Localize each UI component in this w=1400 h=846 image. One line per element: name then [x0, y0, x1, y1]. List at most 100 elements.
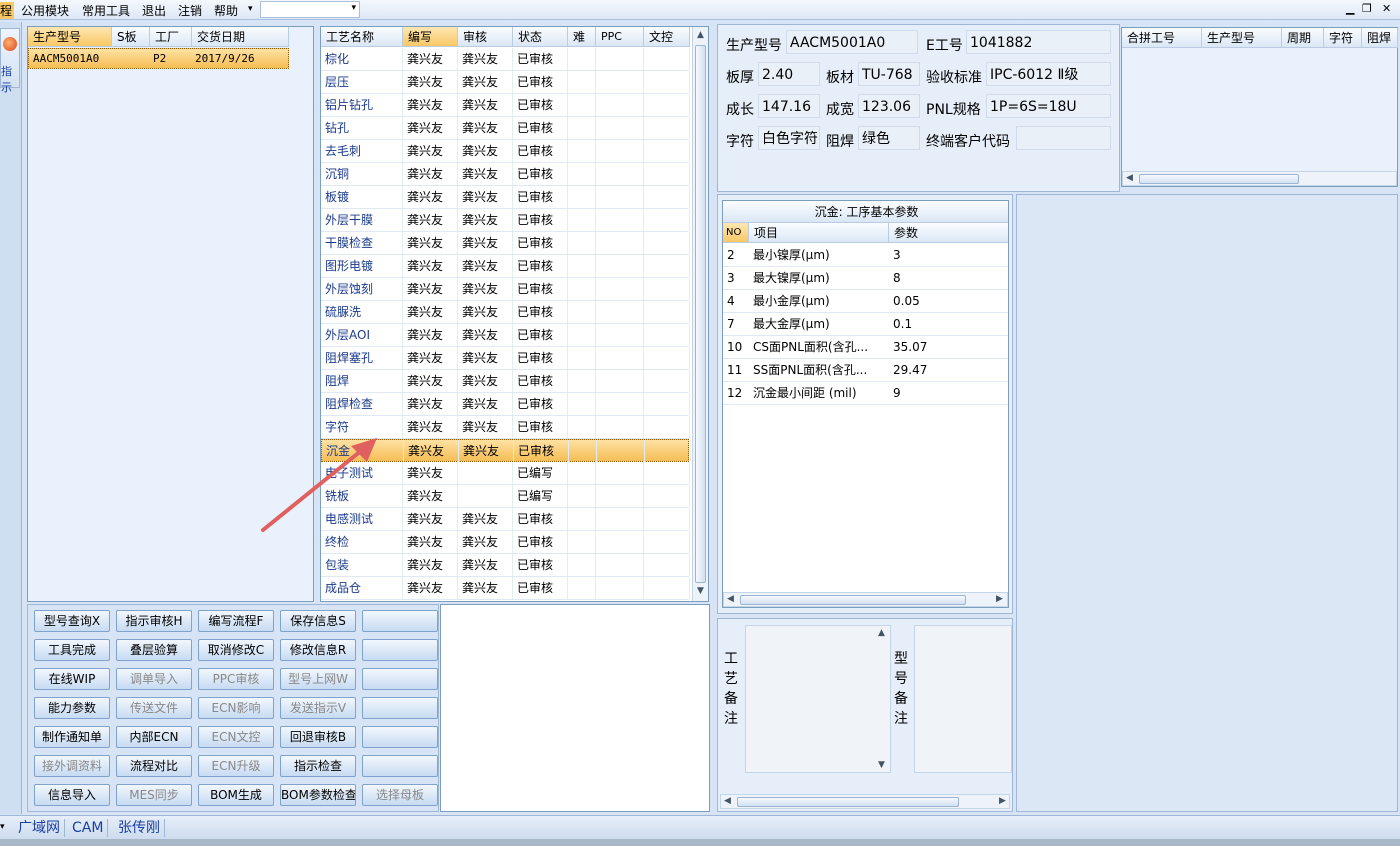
- col-model[interactable]: 生产型号: [28, 27, 112, 47]
- field-model[interactable]: AACM5001A0: [786, 30, 918, 54]
- guide-button[interactable]: 指示: [0, 28, 20, 94]
- col-factory[interactable]: 工厂: [150, 27, 192, 47]
- process-row[interactable]: 外层干膜 龚兴友 龚兴友 已审核: [321, 209, 690, 232]
- param-row[interactable]: 4 最小金厚(μm) 0.05: [723, 290, 1008, 313]
- scroll-right-icon[interactable]: ▶: [996, 594, 1003, 604]
- field-width[interactable]: 123.06: [858, 94, 920, 118]
- scroll-thumb[interactable]: [1139, 174, 1299, 184]
- col-s-board[interactable]: S板: [112, 27, 150, 47]
- action-button[interactable]: 发送指示V: [280, 697, 356, 719]
- scroll-left-icon[interactable]: ◀: [724, 796, 731, 806]
- scroll-up-icon[interactable]: ▲: [697, 30, 704, 40]
- action-button[interactable]: 型号查询X: [34, 610, 110, 632]
- action-button[interactable]: 选择母板: [362, 784, 438, 806]
- process-row[interactable]: 外层AOI 龚兴友 龚兴友 已审核: [321, 324, 690, 347]
- scroll-down-icon[interactable]: ▼: [878, 760, 885, 770]
- col-merge-model[interactable]: 生产型号: [1202, 28, 1282, 48]
- process-row[interactable]: 包装 龚兴友 龚兴友 已审核: [321, 554, 690, 577]
- action-button[interactable]: 保存信息S: [280, 610, 356, 632]
- process-row[interactable]: 阻焊检查 龚兴友 龚兴友 已审核: [321, 393, 690, 416]
- action-button[interactable]: 接外调资料: [34, 755, 110, 777]
- action-button[interactable]: 指示审核H: [116, 610, 192, 632]
- field-standard[interactable]: IPC-6012 Ⅱ级: [986, 62, 1111, 86]
- action-button[interactable]: BOM参数检查: [280, 784, 356, 806]
- action-button[interactable]: 传送文件: [116, 697, 192, 719]
- action-button[interactable]: 编写流程F: [198, 610, 274, 632]
- restore-icon[interactable]: ❐: [1362, 2, 1372, 15]
- menu-common-tools[interactable]: 常用工具: [82, 2, 130, 19]
- blank-button[interactable]: [362, 610, 438, 632]
- action-button[interactable]: PPC审核: [198, 668, 274, 690]
- param-row[interactable]: 2 最小镍厚(μm) 3: [723, 244, 1008, 267]
- order-row[interactable]: AACM5001A0 P2 2017/9/26: [28, 48, 289, 69]
- blank-button[interactable]: [362, 697, 438, 719]
- process-row[interactable]: 成品仓 龚兴友 龚兴友 已审核: [321, 577, 690, 600]
- field-pnl[interactable]: 1P=6S=18U: [986, 94, 1111, 118]
- menu-exit[interactable]: 退出: [142, 2, 166, 19]
- menu-overflow-icon[interactable]: ▾: [248, 4, 253, 14]
- process-row[interactable]: 沉铜 龚兴友 龚兴友 已审核: [321, 163, 690, 186]
- param-row[interactable]: 7 最大金厚(μm) 0.1: [723, 313, 1008, 336]
- process-row[interactable]: 图形电镀 龚兴友 龚兴友 已审核: [321, 255, 690, 278]
- action-button[interactable]: 叠层验算: [116, 639, 192, 661]
- merge-hscroll[interactable]: ◀: [1122, 171, 1397, 186]
- param-row[interactable]: 10 CS面PNL面积(含孔... 35.07: [723, 336, 1008, 359]
- col-value[interactable]: 参数: [889, 223, 1008, 243]
- field-mask[interactable]: 绿色: [858, 126, 920, 150]
- menu-combo[interactable]: ▾: [260, 1, 360, 18]
- col-delivery-date[interactable]: 交货日期: [192, 27, 289, 47]
- scroll-thumb[interactable]: [695, 45, 706, 583]
- col-difficulty[interactable]: 难: [568, 27, 596, 47]
- action-button[interactable]: 调单导入: [116, 668, 192, 690]
- action-button[interactable]: 能力参数: [34, 697, 110, 719]
- close-icon[interactable]: ✕: [1382, 2, 1391, 15]
- minimize-icon[interactable]: ▁: [1346, 2, 1354, 15]
- blank-button[interactable]: [362, 726, 438, 748]
- action-button[interactable]: BOM生成: [198, 784, 274, 806]
- col-merge-period[interactable]: 周期: [1282, 28, 1324, 48]
- action-button[interactable]: ECN升级: [198, 755, 274, 777]
- col-status[interactable]: 状态: [513, 27, 568, 47]
- col-merge-eno[interactable]: 合拼工号: [1122, 28, 1202, 48]
- param-row[interactable]: 12 沉金最小间距 (mil) 9: [723, 382, 1008, 405]
- field-endcode[interactable]: [1016, 126, 1111, 150]
- col-doc-control[interactable]: 文控: [644, 27, 690, 47]
- action-button[interactable]: 回退审核B: [280, 726, 356, 748]
- blank-button[interactable]: [362, 639, 438, 661]
- action-button[interactable]: 在线WIP: [34, 668, 110, 690]
- process-row[interactable]: 层压 龚兴友 龚兴友 已审核: [321, 71, 690, 94]
- process-remark-input[interactable]: ▲ ▼: [745, 625, 891, 773]
- col-reviewer[interactable]: 审核: [458, 27, 513, 47]
- action-button[interactable]: ECN文控: [198, 726, 274, 748]
- process-row[interactable]: 干膜检查 龚兴友 龚兴友 已审核: [321, 232, 690, 255]
- action-button[interactable]: 信息导入: [34, 784, 110, 806]
- scroll-down-icon[interactable]: ▼: [697, 586, 704, 596]
- process-row[interactable]: 铝片钻孔 龚兴友 龚兴友 已审核: [321, 94, 690, 117]
- process-vscroll[interactable]: ▲ ▼: [692, 27, 708, 601]
- action-button[interactable]: 工具完成: [34, 639, 110, 661]
- blank-button[interactable]: [362, 755, 438, 777]
- field-eno[interactable]: 1041882: [966, 30, 1111, 54]
- status-menu-icon[interactable]: ▾: [0, 822, 5, 832]
- action-button[interactable]: 型号上网W: [280, 668, 356, 690]
- scroll-up-icon[interactable]: ▲: [878, 628, 885, 638]
- menu-item-left[interactable]: 程: [0, 2, 14, 19]
- param-row[interactable]: 11 SS面PNL面积(含孔... 29.47: [723, 359, 1008, 382]
- field-char[interactable]: 白色字符: [758, 126, 820, 150]
- action-button[interactable]: 制作通知单: [34, 726, 110, 748]
- process-row[interactable]: 硫脲洗 龚兴友 龚兴友 已审核: [321, 301, 690, 324]
- col-process-name[interactable]: 工艺名称: [321, 27, 403, 47]
- process-row[interactable]: 去毛刺 龚兴友 龚兴友 已审核: [321, 140, 690, 163]
- blank-button[interactable]: [362, 668, 438, 690]
- col-merge-char[interactable]: 字符: [1324, 28, 1362, 48]
- field-length[interactable]: 147.16: [758, 94, 820, 118]
- scroll-right-icon[interactable]: ▶: [999, 796, 1006, 806]
- col-no[interactable]: NO: [723, 223, 749, 243]
- col-ppc[interactable]: PPC: [596, 27, 644, 47]
- process-row[interactable]: 阻焊 龚兴友 龚兴友 已审核: [321, 370, 690, 393]
- param-hscroll[interactable]: ◀ ▶: [723, 592, 1008, 607]
- scroll-left-icon[interactable]: ◀: [727, 594, 734, 604]
- action-button[interactable]: 修改信息R: [280, 639, 356, 661]
- field-material[interactable]: TU-768: [858, 62, 920, 86]
- action-button[interactable]: 流程对比: [116, 755, 192, 777]
